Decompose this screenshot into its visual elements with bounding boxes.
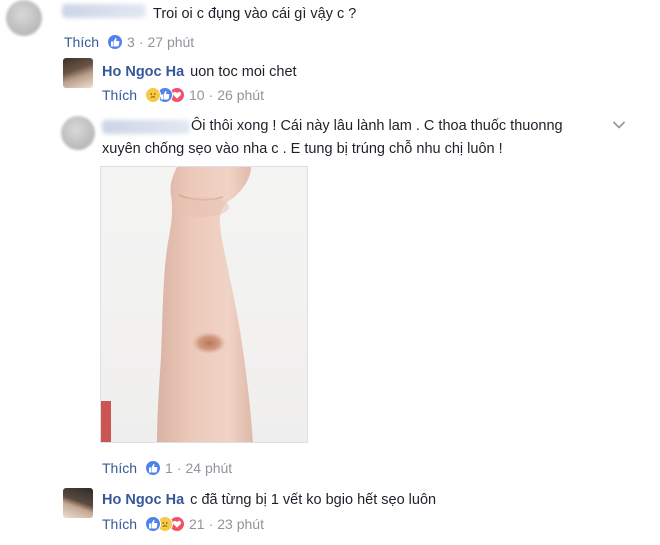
- reply-text-line-1: Ôi thôi xong ! Cái này lâu lành lam . C …: [191, 118, 563, 134]
- commenter-avatar[interactable]: [6, 0, 42, 36]
- chevron-down-icon[interactable]: [612, 120, 626, 130]
- like-link[interactable]: Thích: [102, 516, 137, 532]
- comment-text: Troi oi c đụng vào cái gì vậy c ?: [153, 6, 357, 22]
- like-reaction-icon[interactable]: [107, 34, 124, 50]
- reply-meta: Thích 10 · 26 phút: [102, 85, 264, 105]
- timestamp[interactable]: 26 phút: [217, 87, 264, 103]
- reply-text-line-2: xuyên chống sẹo vào nha c . E tung bị tr…: [102, 141, 503, 157]
- reaction-count[interactable]: 21: [189, 516, 205, 532]
- reaction-count[interactable]: 3: [127, 34, 135, 50]
- like-link[interactable]: Thích: [64, 34, 99, 50]
- timestamp[interactable]: 24 phút: [185, 460, 232, 476]
- sad-reaction-icon[interactable]: [145, 87, 162, 103]
- reply-meta: Thích 21 · 23 phút: [102, 514, 264, 534]
- separator-dot: ·: [138, 34, 144, 50]
- like-reaction-icon[interactable]: [145, 460, 162, 476]
- reaction-count[interactable]: 1: [165, 460, 173, 476]
- reply-text: uon toc moi chet: [190, 64, 297, 80]
- separator-dot: ·: [176, 460, 182, 476]
- commenter-name-blurred: [62, 4, 146, 18]
- timestamp[interactable]: 23 phút: [217, 516, 264, 532]
- reply-text: c đã từng bị 1 vết ko bgio hết sẹo luôn: [190, 492, 437, 508]
- attached-photo[interactable]: [100, 166, 308, 443]
- like-reaction-icon[interactable]: [145, 516, 162, 532]
- separator-dot: ·: [208, 516, 214, 532]
- like-link[interactable]: Thích: [102, 460, 137, 476]
- like-link[interactable]: Thích: [102, 87, 137, 103]
- ho-ngoc-ha-avatar[interactable]: [63, 58, 93, 88]
- reaction-count[interactable]: 10: [189, 87, 205, 103]
- author-name-link[interactable]: Ho Ngoc Ha: [102, 64, 184, 80]
- ho-ngoc-ha-avatar[interactable]: [63, 488, 93, 518]
- separator-dot: ·: [208, 87, 214, 103]
- reply-line: Ho Ngoc Ha c đã từng bị 1 vết ko bgio hết…: [102, 490, 436, 510]
- reply-meta: Thích 1 · 24 phút: [102, 458, 232, 478]
- replier-avatar[interactable]: [61, 116, 95, 150]
- timestamp[interactable]: 27 phút: [147, 34, 194, 50]
- reply-line: Ho Ngoc Ha uon toc moi chet: [102, 62, 297, 82]
- author-name-link[interactable]: Ho Ngoc Ha: [102, 492, 184, 508]
- comment-meta: Thích 3 · 27 phút: [64, 32, 194, 52]
- arm-illustration: [101, 167, 253, 442]
- replier-name-blurred: [102, 120, 190, 134]
